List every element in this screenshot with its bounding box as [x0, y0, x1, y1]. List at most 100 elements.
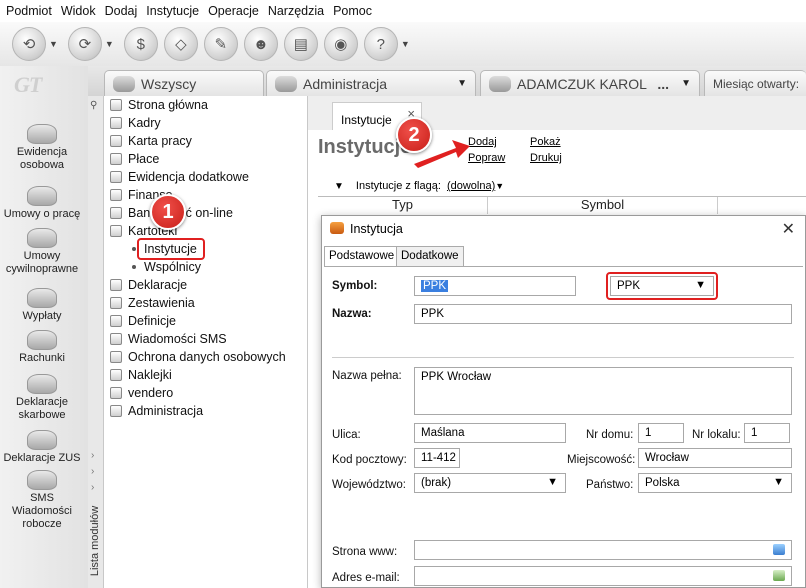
back-icon[interactable]: ⟲: [12, 27, 46, 61]
eraser-icon[interactable]: ◇: [163, 27, 198, 61]
fullname-field[interactable]: PPK Wrocław: [414, 367, 792, 415]
tree-item-label: Definicje: [128, 314, 176, 328]
add-link[interactable]: Dodaj: [468, 136, 497, 148]
tools-icon[interactable]: ✎: [203, 27, 238, 61]
house-number-value: 1: [645, 427, 652, 439]
email-field[interactable]: [414, 566, 792, 586]
chevron-right-icon[interactable]: ›: [91, 482, 94, 493]
tree-item[interactable]: Definicje: [110, 313, 176, 329]
tab-more[interactable]: ...: [657, 76, 669, 92]
chevron-right-icon[interactable]: ›: [91, 450, 94, 461]
help-dropdown-icon[interactable]: ▼: [401, 39, 410, 49]
tree-item[interactable]: Karta pracy: [110, 133, 192, 149]
admin-icon: [275, 75, 297, 92]
city-field[interactable]: Wrocław: [638, 448, 792, 468]
province-select[interactable]: (brak) ▼: [414, 473, 566, 493]
folder-icon: [110, 279, 122, 291]
print-link[interactable]: Drukuj: [530, 152, 562, 164]
tree-item[interactable]: Wiadomości SMS: [110, 331, 227, 347]
symbol-label: Symbol:: [332, 280, 378, 292]
tab-wszyscy[interactable]: Wszyscy: [104, 70, 264, 96]
tab-month[interactable]: Miesiąc otwarty:: [704, 70, 806, 96]
globe-icon[interactable]: [773, 544, 785, 555]
tree-item-label: Administracja: [128, 404, 204, 418]
tree-item-label: Deklaracje: [128, 278, 188, 292]
step-badge-1: 1: [150, 194, 186, 230]
menu-operacje[interactable]: Operacje: [208, 4, 259, 18]
tab-dodatkowe[interactable]: Dodatkowe: [396, 246, 464, 266]
chevron-down-icon[interactable]: ▼: [457, 78, 467, 89]
forward-icon[interactable]: ⟳: [67, 27, 102, 61]
country-select[interactable]: Polska ▼: [638, 473, 792, 493]
tree-item-wspolnicy[interactable]: Wspólnicy: [132, 259, 201, 275]
nav-umowy-o-prace[interactable]: Umowy o pracę: [0, 186, 84, 221]
users-icon[interactable]: ☻: [243, 27, 278, 61]
tree-item[interactable]: Płace: [110, 151, 159, 167]
house-number-field[interactable]: 1: [638, 423, 684, 443]
tree-item-label: Zestawienia: [128, 296, 195, 310]
tree-item[interactable]: Deklaracje: [110, 277, 187, 293]
menu-pomoc[interactable]: Pomoc: [333, 4, 372, 18]
globe-icon[interactable]: ◉: [323, 27, 358, 61]
nav-label: Umowy cywilnoprawne: [5, 250, 79, 275]
name-field[interactable]: PPK: [414, 304, 792, 324]
tree-item[interactable]: Kadry: [110, 115, 161, 131]
nav-deklaracje-zus[interactable]: Deklaracje ZUS: [0, 430, 84, 465]
mail-icon[interactable]: [773, 570, 785, 581]
close-icon[interactable]: ✕: [782, 219, 795, 239]
tree-item-label: Ewidencja dodatkowe: [128, 170, 249, 184]
menu-instytucje[interactable]: Instytucje: [146, 4, 199, 18]
nav-sms[interactable]: SMS Wiadomości robocze: [0, 470, 84, 531]
tree-item[interactable]: vendero: [110, 385, 173, 401]
tree-item[interactable]: Ewidencja dodatkowe: [110, 169, 249, 185]
menu-podmiot[interactable]: Podmiot: [6, 4, 52, 18]
tree-item[interactable]: Ochrona danych osobowych: [110, 349, 286, 365]
column-symbol[interactable]: Symbol: [488, 197, 718, 214]
menu-narzedzia[interactable]: Narzędzia: [268, 4, 324, 18]
nav-deklaracje-skarbowe[interactable]: Deklaracje skarbowe: [0, 374, 84, 422]
modules-list-tab[interactable]: Lista modułów: [88, 505, 104, 585]
nav-ewidencja-osobowa[interactable]: Ewidencja osobowa: [0, 124, 84, 172]
printer-icon[interactable]: ▤: [283, 27, 318, 61]
email-label: Adres e-mail:: [332, 572, 400, 584]
tree-item[interactable]: Zestawienia: [110, 295, 195, 311]
folder-icon: [110, 117, 122, 129]
tab-employee[interactable]: ADAMCZUK KAROL... ▼: [480, 70, 700, 96]
forward-dropdown-icon[interactable]: ▼: [105, 39, 114, 49]
province-label: Województwo:: [332, 479, 406, 491]
back-dropdown-icon[interactable]: ▼: [49, 39, 58, 49]
www-field[interactable]: [414, 540, 792, 560]
tree-item[interactable]: Strona główna: [110, 97, 208, 113]
street-field[interactable]: Maślana: [414, 423, 566, 443]
chevron-down-icon[interactable]: ▼: [495, 181, 504, 191]
money-icon[interactable]: $: [123, 27, 158, 61]
tree-item[interactable]: Administracja: [110, 403, 203, 419]
chevron-right-icon[interactable]: ›: [91, 466, 94, 477]
show-link[interactable]: Pokaż: [530, 136, 561, 148]
nav-wyplaty[interactable]: Wypłaty: [0, 288, 84, 323]
divider: [332, 357, 794, 358]
symbol-field[interactable]: PPK: [414, 276, 576, 296]
postcode-field[interactable]: 11-412: [414, 448, 460, 468]
menu-widok[interactable]: Widok: [61, 4, 96, 18]
nav-umowy-cywilnoprawne[interactable]: Umowy cywilnoprawne: [0, 228, 84, 276]
column-typ[interactable]: Typ: [318, 197, 488, 214]
flat-number-field[interactable]: 1: [744, 423, 790, 443]
edit-link[interactable]: Popraw: [468, 152, 505, 164]
pin-icon[interactable]: ⚲: [90, 100, 97, 111]
tab-administracja[interactable]: Administracja ▼: [266, 70, 476, 96]
window-tab-strip: Wszyscy Administracja ▼ ADAMCZUK KAROL...…: [88, 66, 806, 96]
flat-number-value: 1: [751, 427, 758, 439]
name-value: PPK: [421, 308, 445, 320]
menu-bar: Podmiot Widok Dodaj Instytucje Operacje …: [0, 0, 806, 22]
chevron-down-icon[interactable]: ▼: [681, 78, 691, 89]
menu-dodaj[interactable]: Dodaj: [105, 4, 138, 18]
nav-rachunki[interactable]: Rachunki: [0, 330, 84, 365]
tree-item[interactable]: Naklejki: [110, 367, 172, 383]
tab-podstawowe[interactable]: Podstawowe: [324, 246, 400, 267]
filter-dropdown[interactable]: (dowolna): [447, 180, 495, 192]
help-icon[interactable]: ?: [363, 27, 398, 61]
collapse-icon[interactable]: ▼: [334, 181, 344, 192]
tab-label: Instytucje: [341, 113, 392, 127]
tab-label: Miesiąc otwarty:: [713, 76, 800, 91]
